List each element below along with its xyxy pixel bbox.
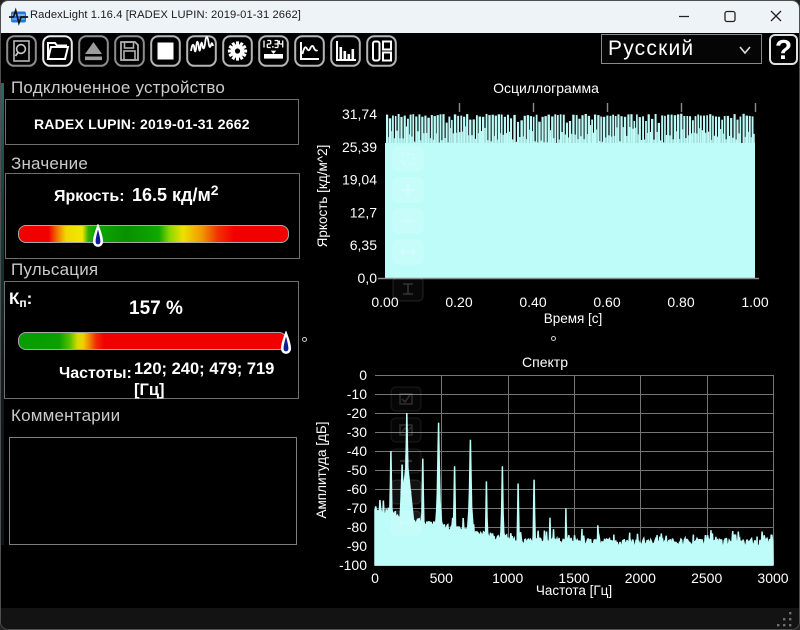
svg-text:0,0: 0,0 (358, 270, 378, 286)
svg-text:Частота [Гц]: Частота [Гц] (536, 583, 612, 598)
svg-text:1.00: 1.00 (741, 294, 768, 310)
svg-text:-70: -70 (347, 500, 367, 516)
svg-text:-90: -90 (347, 538, 367, 554)
svg-text:-100: -100 (339, 557, 367, 573)
svg-text:-10: -10 (347, 386, 367, 402)
svg-text:1000: 1000 (492, 570, 523, 586)
svg-text:-80: -80 (347, 519, 367, 535)
svg-text:-30: -30 (347, 424, 367, 440)
svg-text:-40: -40 (347, 443, 367, 459)
svg-text:0.80: 0.80 (667, 294, 694, 310)
svg-text:2500: 2500 (691, 570, 722, 586)
svg-text:12,7: 12,7 (350, 204, 377, 220)
svg-text:0.60: 0.60 (593, 294, 620, 310)
svg-text:0: 0 (359, 367, 367, 383)
svg-text:Амплитуда [дБ]: Амплитуда [дБ] (314, 421, 329, 518)
svg-text:6,35: 6,35 (350, 237, 377, 253)
svg-text:19,04: 19,04 (342, 172, 377, 188)
svg-text:Спектр: Спектр (522, 354, 568, 370)
svg-text:-60: -60 (347, 481, 367, 497)
svg-text:Осциллограмма: Осциллограмма (493, 80, 599, 96)
svg-text:Время [с]: Время [с] (544, 311, 603, 326)
svg-text:2000: 2000 (625, 570, 656, 586)
svg-text:31,74: 31,74 (342, 106, 377, 122)
svg-text:Яркость [кд/м^2]: Яркость [кд/м^2] (315, 145, 330, 248)
svg-text:500: 500 (430, 570, 454, 586)
svg-text:0: 0 (371, 570, 379, 586)
svg-text:3000: 3000 (757, 570, 788, 586)
svg-text:25,39: 25,39 (342, 139, 377, 155)
svg-text:-50: -50 (347, 462, 367, 478)
svg-text:0.40: 0.40 (519, 294, 546, 310)
svg-text:0.20: 0.20 (445, 294, 472, 310)
svg-text:-20: -20 (347, 405, 367, 421)
